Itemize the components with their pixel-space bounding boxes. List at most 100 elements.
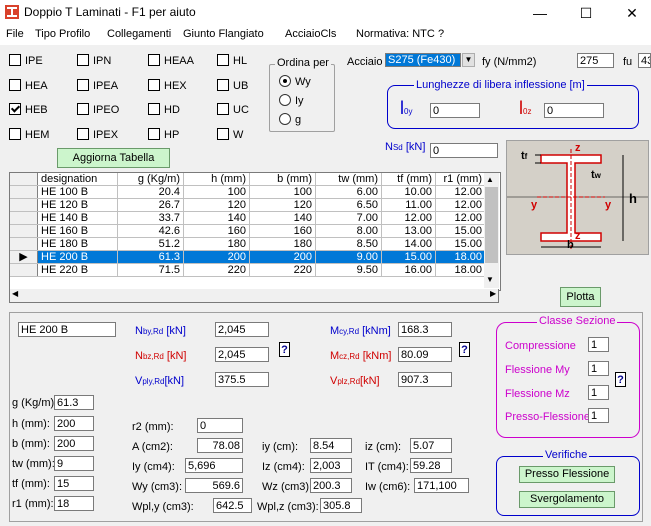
fy-input[interactable]: 275 (577, 53, 614, 68)
table-row[interactable]: HE 100 B 20.4 100 100 6.00 10.00 12.00 (10, 185, 486, 199)
presso-flessione-button[interactable]: Presso Flessione (519, 466, 615, 483)
tf-label: tf (mm): (12, 478, 50, 490)
presso-flessione-label: Presso-Flessione (505, 411, 590, 423)
table-row[interactable]: ▶ HE 200 B 61.3 200 200 9.00 15.00 18.00 (10, 250, 486, 264)
table-cell: 8.00 (315, 224, 382, 238)
resistance-help-button[interactable]: ? (279, 342, 290, 357)
profile-checkbox-heb[interactable]: HEB (9, 103, 48, 117)
close-button[interactable]: ✕ (618, 2, 646, 24)
profile-checkbox-hd[interactable]: HD (148, 103, 180, 117)
profile-checkbox-ipex[interactable]: IPEX (77, 128, 118, 142)
r1-label: r1 (mm): (12, 498, 54, 510)
nsd-input[interactable]: 0 (430, 143, 498, 158)
menu-normativa[interactable]: Normativa: NTC (356, 28, 435, 40)
menu-help[interactable]: ? (438, 28, 444, 40)
profile-checkbox-ipe[interactable]: IPE (9, 54, 43, 68)
app-icon (5, 5, 19, 19)
svergolamento-button[interactable]: Svergolamento (519, 491, 615, 508)
l0z-input[interactable]: 0 (544, 103, 604, 118)
scroll-down-icon[interactable]: ▼ (486, 275, 494, 284)
plot-button[interactable]: Plotta (560, 287, 601, 307)
order-radio-g[interactable]: g (279, 113, 301, 127)
wplz-label: Wpl,z (cm3): (257, 501, 319, 513)
scroll-right-icon[interactable]: ▶ (490, 289, 496, 298)
profile-checkbox-ub[interactable]: UB (217, 79, 248, 93)
column-header[interactable]: b (mm) (249, 173, 316, 186)
table-row[interactable]: HE 160 B 42.6 160 160 8.00 13.00 15.00 (10, 224, 486, 238)
fu-input[interactable]: 430 (638, 53, 651, 68)
profile-checkbox-heaa[interactable]: HEAA (148, 54, 194, 68)
scroll-thumb[interactable] (485, 187, 498, 263)
profile-checkbox-hex[interactable]: HEX (148, 79, 187, 93)
profile-checkbox-hea[interactable]: HEA (9, 79, 48, 93)
menu-file[interactable]: File (6, 28, 24, 40)
wply-label: Wpl,y (cm3): (132, 501, 194, 513)
minimize-button[interactable]: — (526, 2, 554, 24)
table-cell: 16.00 (381, 263, 436, 277)
checkbox-box (148, 79, 160, 91)
l0y-input[interactable]: 0 (430, 103, 480, 118)
maximize-button[interactable]: ☐ (572, 2, 600, 24)
table-row[interactable]: HE 140 B 33.7 140 140 7.00 12.00 12.00 (10, 211, 486, 225)
column-header[interactable]: tf (mm) (381, 173, 436, 186)
table-vertical-scrollbar[interactable]: ▲ ▼ (484, 173, 499, 288)
profile-checkbox-w[interactable]: W (217, 128, 243, 142)
tf-value: 15 (54, 476, 94, 491)
tw-value: 9 (54, 456, 94, 471)
profile-checkbox-ipn[interactable]: IPN (77, 54, 111, 68)
column-header[interactable]: tw (mm) (315, 173, 382, 186)
profile-checkbox-uc[interactable]: UC (217, 103, 249, 117)
column-header[interactable]: h (mm) (183, 173, 250, 186)
section-class-help-button[interactable]: ? (615, 372, 626, 387)
checkbox-label: IPN (93, 55, 112, 67)
update-table-button[interactable]: Aggiorna Tabella (57, 148, 170, 168)
table-cell: HE 220 B (37, 263, 118, 277)
table-row[interactable]: HE 220 B 71.5 220 220 9.50 16.00 18.00 (10, 263, 486, 277)
checkbox-box (9, 54, 21, 66)
b-value: 200 (54, 436, 94, 451)
column-header[interactable]: r1 (mm) (435, 173, 486, 186)
profile-checkbox-hp[interactable]: HP (148, 128, 179, 142)
table-cell: 71.5 (117, 263, 184, 277)
menu-tipo-profilo[interactable]: Tipo Profilo (35, 28, 90, 40)
order-radio-wy[interactable]: Wy (279, 75, 311, 89)
profile-checkbox-hl[interactable]: HL (217, 54, 247, 68)
checkbox-label: HEB (25, 104, 48, 116)
steel-select[interactable]: S275 (Fe430) (385, 53, 461, 67)
maximize-icon: ☐ (579, 5, 593, 21)
checkbox-label: HP (164, 129, 180, 141)
steel-dropdown-button[interactable]: ▼ (462, 53, 475, 67)
order-radio-iy[interactable]: Iy (279, 94, 304, 108)
iy-radius-label: iy (cm): (262, 441, 299, 453)
menu-collegamenti[interactable]: Collegamenti (107, 28, 171, 40)
table-cell: 12.00 (435, 211, 486, 225)
table-cell: 33.7 (117, 211, 184, 225)
menu-bar: File Tipo Profilo Collegamenti Giunto Fl… (0, 26, 651, 45)
profile-checkbox-ipeo[interactable]: IPEO (77, 103, 119, 117)
profile-table[interactable]: designation g (Kg/m) h (mm) b (mm) tw (mm) tf… (9, 172, 501, 291)
table-cell: HE 160 B (37, 224, 118, 238)
diagram-h-label: h (629, 191, 637, 206)
close-icon: ✕ (626, 5, 638, 21)
it-value: 59.28 (410, 458, 452, 473)
iy-inertia-value: 5,696 (185, 458, 243, 473)
moment-help-button[interactable]: ? (459, 342, 470, 357)
menu-acciaiocls[interactable]: AcciaioCls (285, 28, 336, 40)
checkbox-box (217, 128, 229, 140)
row-indicator (10, 198, 38, 212)
table-row[interactable]: HE 180 B 51.2 180 180 8.50 14.00 15.00 (10, 237, 486, 251)
checkbox-label: IPEX (93, 129, 119, 141)
scroll-up-icon[interactable]: ▲ (486, 175, 494, 184)
h-value: 200 (54, 416, 94, 431)
column-header[interactable]: g (Kg/m) (117, 173, 184, 186)
profile-checkbox-hem[interactable]: HEM (9, 128, 49, 142)
scroll-left-icon[interactable]: ◀ (12, 289, 18, 298)
table-horizontal-scrollbar[interactable]: ◀ ▶ (9, 289, 499, 303)
column-header[interactable]: designation (37, 173, 118, 186)
menu-giunto-flangiato[interactable]: Giunto Flangiato (183, 28, 264, 40)
table-cell: HE 140 B (37, 211, 118, 225)
table-row[interactable]: HE 120 B 26.7 120 120 6.50 11.00 12.00 (10, 198, 486, 212)
minimize-icon: — (533, 5, 547, 21)
profile-checkbox-ipea[interactable]: IPEA (77, 79, 118, 93)
checkbox-label: IPEA (93, 80, 119, 92)
